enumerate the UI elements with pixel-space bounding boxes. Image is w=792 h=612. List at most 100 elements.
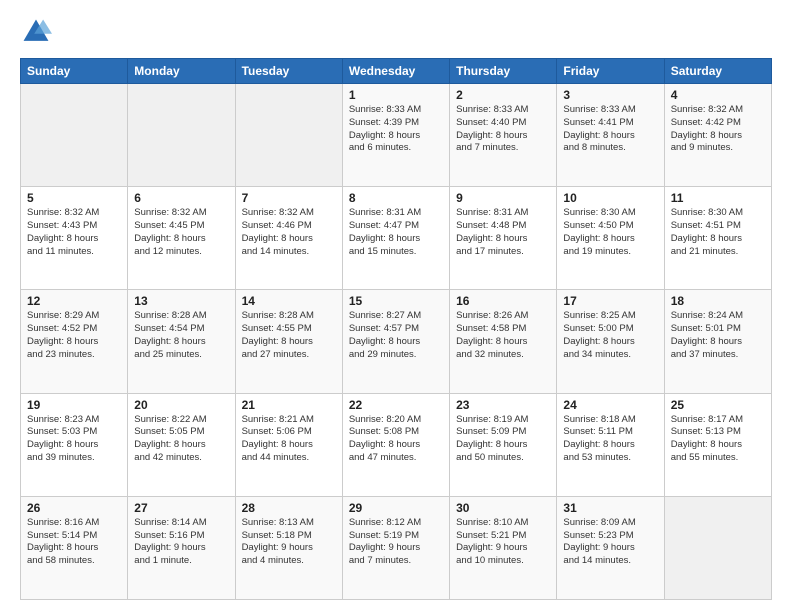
day-detail: Sunrise: 8:21 AM Sunset: 5:06 PM Dayligh… <box>242 414 336 465</box>
day-detail: Sunrise: 8:30 AM Sunset: 4:50 PM Dayligh… <box>563 207 657 258</box>
calendar-cell: 25 Sunrise: 8:17 AM Sunset: 5:13 PM Dayli… <box>664 393 771 496</box>
day-detail: Sunrise: 8:14 AM Sunset: 5:16 PM Dayligh… <box>134 517 228 568</box>
week-row-5: 26Sunrise: 8:16 AM Sunset: 5:14 PM Dayli… <box>21 496 772 599</box>
day-detail: Sunrise: 8:20 AM Sunset: 5:08 PM Dayligh… <box>349 414 443 465</box>
calendar-cell: 13 Sunrise: 8:28 AM Sunset: 4:54 PM Dayli… <box>128 290 235 393</box>
calendar-cell: 2 Sunrise: 8:33 AM Sunset: 4:40 PM Daylig… <box>450 84 557 187</box>
calendar-cell: 23Sunrise: 8:19 AM Sunset: 5:09 PM Dayli… <box>450 393 557 496</box>
day-detail: Sunrise: 8:28 AM Sunset: 4:54 PM Dayligh… <box>134 310 228 361</box>
calendar-cell: 19 Sunrise: 8:23 AM Sunset: 5:03 PM Dayli… <box>21 393 128 496</box>
day-detail: Sunrise: 8:29 AM Sunset: 4:52 PM Dayligh… <box>27 310 121 361</box>
day-detail: Sunrise: 8:32 AM Sunset: 4:45 PM Dayligh… <box>134 207 228 258</box>
calendar-cell: 22 Sunrise: 8:20 AM Sunset: 5:08 PM Dayli… <box>342 393 449 496</box>
calendar-cell: 14 Sunrise: 8:28 AM Sunset: 4:55 PM Dayli… <box>235 290 342 393</box>
week-row-3: 12 Sunrise: 8:29 AM Sunset: 4:52 PM Dayli… <box>21 290 772 393</box>
day-number: 21 <box>242 398 336 412</box>
day-detail: Sunrise: 8:31 AM Sunset: 4:48 PM Dayligh… <box>456 207 550 258</box>
day-detail: Sunrise: 8:28 AM Sunset: 4:55 PM Dayligh… <box>242 310 336 361</box>
day-number: 2 <box>456 88 550 102</box>
day-number: 20 <box>134 398 228 412</box>
calendar-cell: 31Sunrise: 8:09 AM Sunset: 5:23 PM Dayli… <box>557 496 664 599</box>
calendar-header: SundayMondayTuesdayWednesdayThursdayFrid… <box>21 59 772 84</box>
day-number: 4 <box>671 88 765 102</box>
calendar-cell <box>235 84 342 187</box>
header <box>20 16 772 48</box>
day-number: 16 <box>456 294 550 308</box>
logo-icon <box>20 16 52 48</box>
day-detail: Sunrise: 8:13 AM Sunset: 5:18 PM Dayligh… <box>242 517 336 568</box>
day-detail: Sunrise: 8:32 AM Sunset: 4:42 PM Dayligh… <box>671 104 765 155</box>
calendar-cell: 21 Sunrise: 8:21 AM Sunset: 5:06 PM Dayli… <box>235 393 342 496</box>
day-detail: Sunrise: 8:26 AM Sunset: 4:58 PM Dayligh… <box>456 310 550 361</box>
page: SundayMondayTuesdayWednesdayThursdayFrid… <box>0 0 792 612</box>
day-number: 13 <box>134 294 228 308</box>
day-detail: Sunrise: 8:23 AM Sunset: 5:03 PM Dayligh… <box>27 414 121 465</box>
day-header-friday: Friday <box>557 59 664 84</box>
day-number: 6 <box>134 191 228 205</box>
calendar-cell: 17 Sunrise: 8:25 AM Sunset: 5:00 PM Dayli… <box>557 290 664 393</box>
calendar-cell: 10 Sunrise: 8:30 AM Sunset: 4:50 PM Dayli… <box>557 187 664 290</box>
day-header-thursday: Thursday <box>450 59 557 84</box>
calendar-cell: 1 Sunrise: 8:33 AM Sunset: 4:39 PM Daylig… <box>342 84 449 187</box>
day-detail: Sunrise: 8:27 AM Sunset: 4:57 PM Dayligh… <box>349 310 443 361</box>
calendar-cell: 12 Sunrise: 8:29 AM Sunset: 4:52 PM Dayli… <box>21 290 128 393</box>
day-number: 12 <box>27 294 121 308</box>
day-detail: Sunrise: 8:32 AM Sunset: 4:46 PM Dayligh… <box>242 207 336 258</box>
calendar-cell <box>128 84 235 187</box>
day-detail: Sunrise: 8:10 AM Sunset: 5:21 PM Dayligh… <box>456 517 550 568</box>
day-detail: Sunrise: 8:30 AM Sunset: 4:51 PM Dayligh… <box>671 207 765 258</box>
day-number: 27 <box>134 501 228 515</box>
calendar-table: SundayMondayTuesdayWednesdayThursdayFrid… <box>20 58 772 600</box>
day-number: 11 <box>671 191 765 205</box>
day-header-saturday: Saturday <box>664 59 771 84</box>
calendar-cell: 4 Sunrise: 8:32 AM Sunset: 4:42 PM Daylig… <box>664 84 771 187</box>
calendar-cell: 11 Sunrise: 8:30 AM Sunset: 4:51 PM Dayli… <box>664 187 771 290</box>
week-row-4: 19 Sunrise: 8:23 AM Sunset: 5:03 PM Dayli… <box>21 393 772 496</box>
day-number: 19 <box>27 398 121 412</box>
day-detail: Sunrise: 8:31 AM Sunset: 4:47 PM Dayligh… <box>349 207 443 258</box>
calendar-cell: 9 Sunrise: 8:31 AM Sunset: 4:48 PM Daylig… <box>450 187 557 290</box>
calendar-cell: 7Sunrise: 8:32 AM Sunset: 4:46 PM Daylig… <box>235 187 342 290</box>
calendar-cell: 15Sunrise: 8:27 AM Sunset: 4:57 PM Dayli… <box>342 290 449 393</box>
day-number: 17 <box>563 294 657 308</box>
calendar-cell <box>21 84 128 187</box>
calendar-cell: 8Sunrise: 8:31 AM Sunset: 4:47 PM Daylig… <box>342 187 449 290</box>
logo <box>20 16 56 48</box>
day-number: 9 <box>456 191 550 205</box>
day-number: 22 <box>349 398 443 412</box>
day-number: 5 <box>27 191 121 205</box>
day-detail: Sunrise: 8:33 AM Sunset: 4:41 PM Dayligh… <box>563 104 657 155</box>
day-header-tuesday: Tuesday <box>235 59 342 84</box>
day-detail: Sunrise: 8:33 AM Sunset: 4:39 PM Dayligh… <box>349 104 443 155</box>
calendar-body: 1 Sunrise: 8:33 AM Sunset: 4:39 PM Daylig… <box>21 84 772 600</box>
day-detail: Sunrise: 8:32 AM Sunset: 4:43 PM Dayligh… <box>27 207 121 258</box>
days-of-week-row: SundayMondayTuesdayWednesdayThursdayFrid… <box>21 59 772 84</box>
calendar-cell: 27 Sunrise: 8:14 AM Sunset: 5:16 PM Dayli… <box>128 496 235 599</box>
day-detail: Sunrise: 8:33 AM Sunset: 4:40 PM Dayligh… <box>456 104 550 155</box>
calendar-cell: 24 Sunrise: 8:18 AM Sunset: 5:11 PM Dayli… <box>557 393 664 496</box>
calendar-cell: 28 Sunrise: 8:13 AM Sunset: 5:18 PM Dayli… <box>235 496 342 599</box>
day-detail: Sunrise: 8:25 AM Sunset: 5:00 PM Dayligh… <box>563 310 657 361</box>
day-number: 26 <box>27 501 121 515</box>
calendar-cell: 26Sunrise: 8:16 AM Sunset: 5:14 PM Dayli… <box>21 496 128 599</box>
day-number: 30 <box>456 501 550 515</box>
day-detail: Sunrise: 8:18 AM Sunset: 5:11 PM Dayligh… <box>563 414 657 465</box>
day-number: 28 <box>242 501 336 515</box>
calendar-cell: 18Sunrise: 8:24 AM Sunset: 5:01 PM Dayli… <box>664 290 771 393</box>
day-number: 25 <box>671 398 765 412</box>
calendar-cell: 16 Sunrise: 8:26 AM Sunset: 4:58 PM Dayli… <box>450 290 557 393</box>
day-number: 24 <box>563 398 657 412</box>
day-detail: Sunrise: 8:12 AM Sunset: 5:19 PM Dayligh… <box>349 517 443 568</box>
day-detail: Sunrise: 8:19 AM Sunset: 5:09 PM Dayligh… <box>456 414 550 465</box>
day-number: 18 <box>671 294 765 308</box>
day-number: 10 <box>563 191 657 205</box>
day-number: 14 <box>242 294 336 308</box>
calendar-cell: 29Sunrise: 8:12 AM Sunset: 5:19 PM Dayli… <box>342 496 449 599</box>
day-number: 31 <box>563 501 657 515</box>
day-detail: Sunrise: 8:17 AM Sunset: 5:13 PM Dayligh… <box>671 414 765 465</box>
calendar-cell: 20Sunrise: 8:22 AM Sunset: 5:05 PM Dayli… <box>128 393 235 496</box>
day-header-sunday: Sunday <box>21 59 128 84</box>
day-number: 1 <box>349 88 443 102</box>
calendar-cell <box>664 496 771 599</box>
day-number: 3 <box>563 88 657 102</box>
